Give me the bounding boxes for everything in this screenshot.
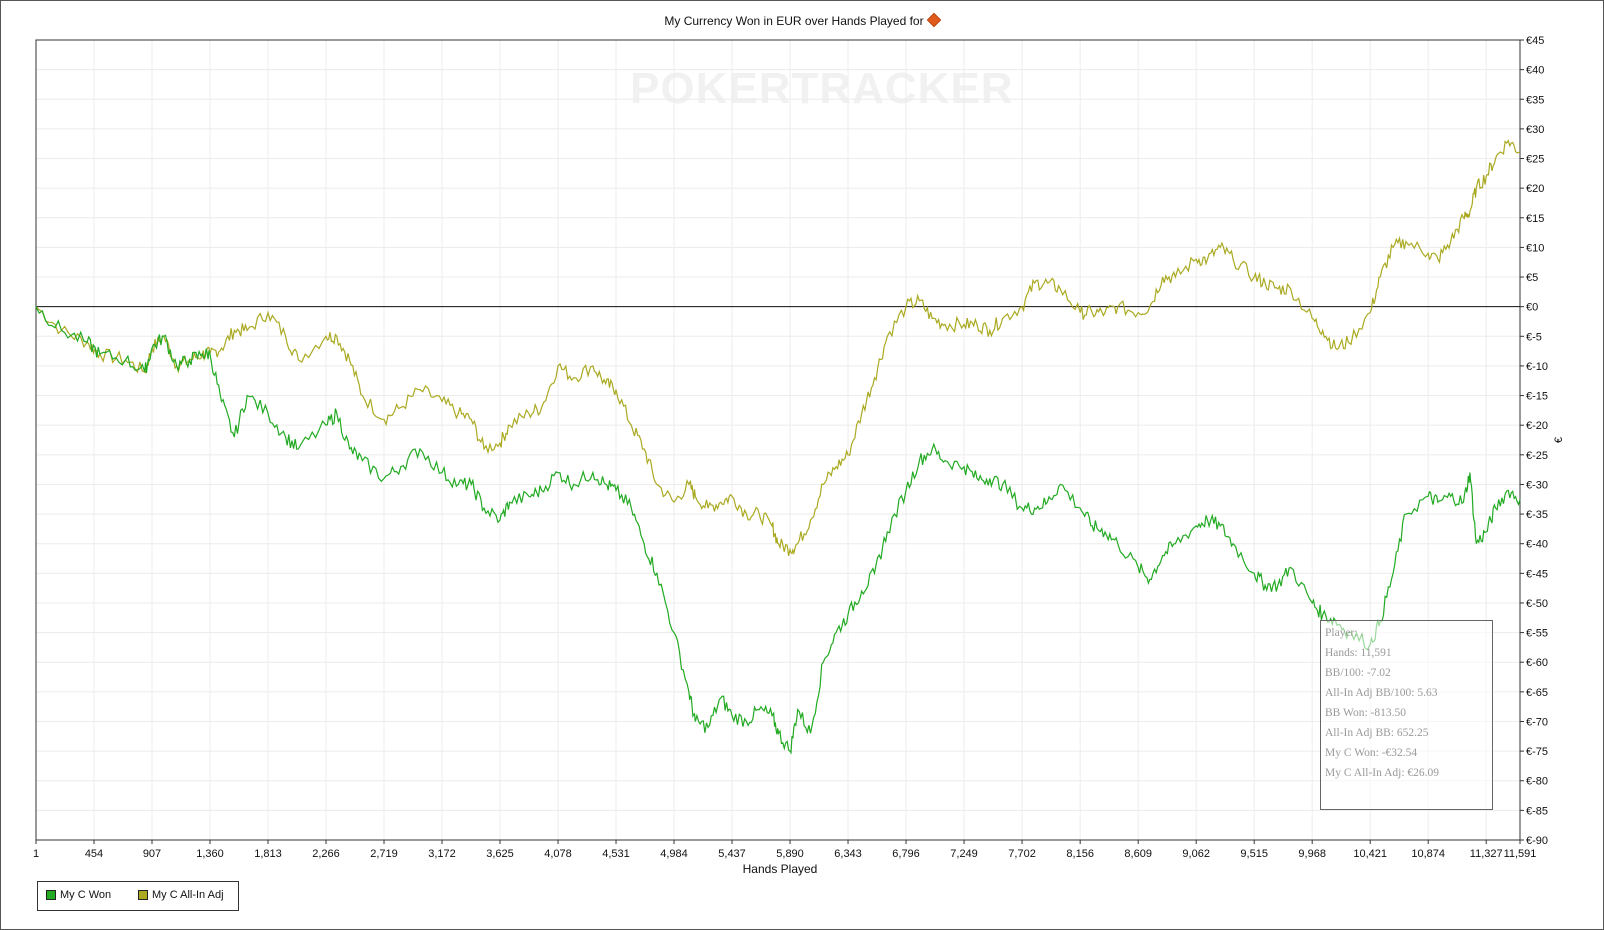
y-tick-label: €-30 [1526,479,1548,491]
y-tick-label: €-70 [1526,716,1548,728]
x-tick-label: 1,360 [196,848,224,860]
y-tick-label: €-25 [1526,450,1548,462]
x-tick-label: 11,327 [1470,848,1503,860]
x-tick-label: 2,266 [312,848,340,860]
y-tick-label: €-65 [1526,687,1548,699]
tooltip-bb100: BB/100: -7.02 [1325,667,1391,679]
y-tick-label: €30 [1526,124,1544,136]
legend-label-my-c-won: My C Won [60,889,112,901]
x-tick-label: 4,078 [544,848,572,860]
y-axis: €45 €40 €35 €30 €25 €20 €15 €10 €5 €0 €-5 €-10 €-15 €… [1520,35,1548,847]
x-tick-label: 8,156 [1066,848,1094,860]
y-tick-label: €45 [1526,35,1544,47]
x-tick-label: 3,625 [486,848,514,860]
y-tick-label: €-5 [1526,331,1542,343]
series-line-my-c-all-in-adj [35,139,1521,556]
series-line-my-c-won [35,306,1521,755]
x-tick-label: 9,515 [1240,848,1268,860]
legend-item-my-c-won[interactable]: My C Won [46,889,111,901]
legend-swatch-my-c-all-in-adj [138,890,148,900]
tooltip-hands: Hands: 11,591 [1325,647,1392,659]
x-tick-label: 5,890 [776,848,804,860]
y-tick-label: €-60 [1526,657,1548,669]
x-tick-label: 8,609 [1124,848,1152,860]
x-tick-label: 7,702 [1008,848,1036,860]
x-tick-label: 10,421 [1353,848,1387,860]
series-group [35,139,1521,755]
y-tick-label: €-55 [1526,628,1548,640]
grid [35,39,1521,841]
y-tick-label: €-45 [1526,568,1548,580]
x-tick-label: 11,591 [1504,848,1537,860]
y-tick-label: €-85 [1526,805,1548,817]
plot-border [35,39,1521,841]
x-tick-label: 454 [85,848,103,860]
y-tick-label: €20 [1526,183,1544,195]
tooltip-player: Player: . [1325,627,1364,639]
x-tick-label: 5,437 [718,848,746,860]
x-tick-label: 10,874 [1411,848,1445,860]
y-tick-label: €-75 [1526,746,1548,758]
tooltip-allin-bb: All-In Adj BB: 652.25 [1325,727,1429,739]
x-tick-label: 1 [33,848,39,860]
y-tick-label: €40 [1526,65,1544,77]
x-tick-label: 4,984 [660,848,688,860]
y-tick-label: €-10 [1526,361,1548,373]
x-tick-label: 2,719 [370,848,398,860]
y-tick-label: €5 [1526,272,1538,284]
y-tick-label: €-40 [1526,539,1548,551]
x-tick-label: 6,796 [892,848,920,860]
y-tick-label: €35 [1526,94,1544,106]
x-tick-label: 4,531 [602,848,630,860]
x-axis: 1 454 907 1,360 1,813 2,266 2,719 3,172 3,625 4,0… [33,840,1536,860]
tooltip-my-c-won: My C Won: -€32.54 [1325,747,1418,759]
y-tick-label: €-15 [1526,391,1548,403]
x-tick-label: 1,813 [254,848,282,860]
x-tick-label: 6,343 [834,848,862,860]
y-tick-label: €0 [1526,302,1538,314]
y-tick-label: €-90 [1526,835,1548,847]
legend: My C Won My C All-In Adj [37,881,239,911]
legend-item-my-c-all-in-adj[interactable]: My C All-In Adj [138,889,224,901]
y-tick-label: €-35 [1526,509,1548,521]
tooltip-bb-won: BB Won: -813.50 [1325,707,1406,719]
hover-tooltip: Player: . Hands: 11,591 BB/100: -7.02 Al… [1320,620,1493,810]
legend-label-my-c-all-in-adj: My C All-In Adj [152,889,224,901]
legend-swatch-my-c-won [46,890,56,900]
x-axis-label: Hands Played [742,862,818,876]
x-tick-label: 7,249 [950,848,978,860]
y-tick-label: €-50 [1526,598,1548,610]
tooltip-my-c-allin: My C All-In Adj: €26.09 [1325,767,1440,779]
tooltip-allin-bb100: All-In Adj BB/100: 5.63 [1325,687,1438,699]
y-tick-label: €-20 [1526,420,1548,432]
x-tick-label: 907 [143,848,161,860]
y-axis-label: € [1553,436,1566,444]
x-tick-label: 9,062 [1182,848,1210,860]
y-tick-label: €10 [1526,242,1544,254]
x-tick-label: 9,968 [1298,848,1326,860]
y-tick-label: €-80 [1526,776,1548,788]
x-tick-label: 3,172 [428,848,456,860]
y-tick-label: €15 [1526,213,1544,225]
y-tick-label: €25 [1526,154,1544,166]
